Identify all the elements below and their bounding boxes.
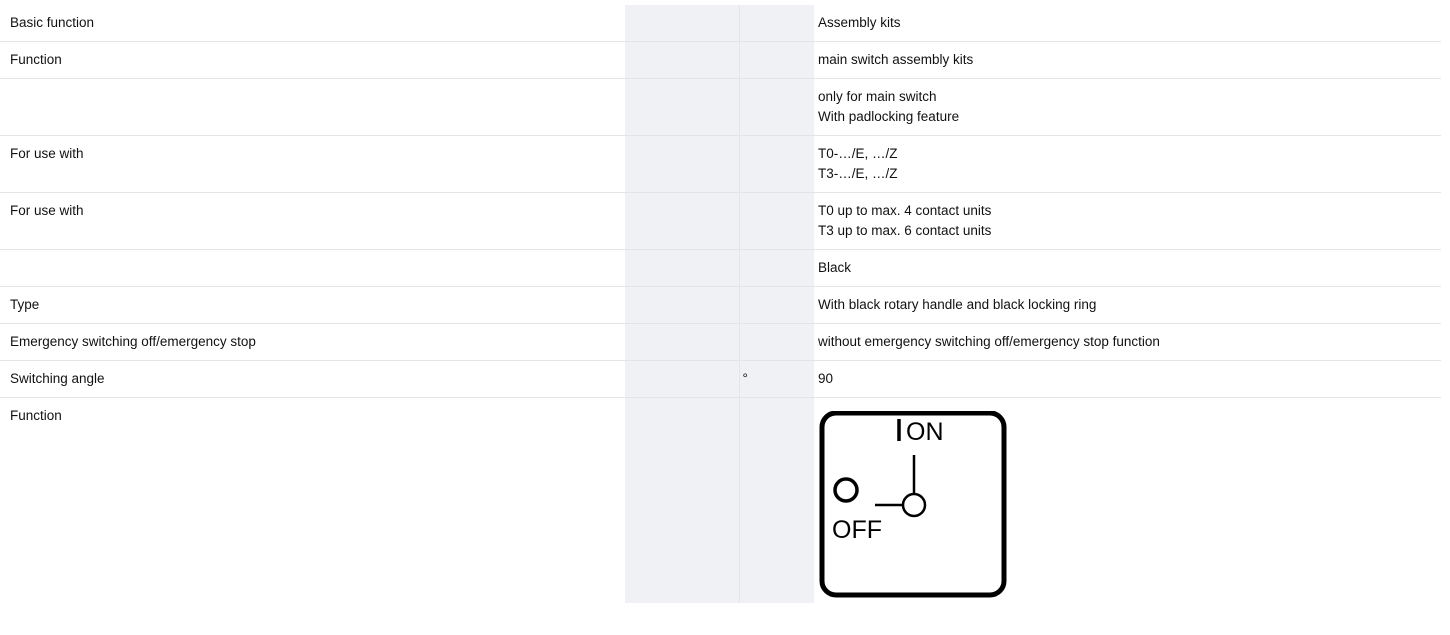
table-row: Switching angle ° 90 (0, 360, 1441, 398)
unit-cell (738, 41, 814, 79)
row-value-line: T3-…/E, …/Z (818, 166, 898, 181)
row-label-cell: Basic function (0, 5, 625, 42)
row-value-line: With padlocking feature (818, 109, 960, 124)
unit-cell (738, 135, 814, 193)
rotary-switch-off-on-icon: ON OFF (819, 411, 1007, 598)
unit-cell: ° (738, 360, 814, 398)
row-value: main switch assembly kits (818, 52, 974, 67)
unit-cell (738, 5, 814, 42)
row-unit: ° (742, 371, 748, 386)
table-row: Emergency switching off/emergency stop w… (0, 323, 1441, 361)
on-label: ON (906, 418, 944, 446)
spec-table: Basic function Assembly kits Function ma… (0, 5, 1441, 603)
table-row: Function ON OFF (0, 397, 1441, 603)
row-label: Basic function (10, 15, 95, 30)
unit-cell (738, 78, 814, 136)
row-value-cell: T0 up to max. 4 contact units T3 up to m… (814, 192, 1441, 250)
empty-cell (625, 323, 739, 361)
row-value: With black rotary handle and black locki… (818, 297, 1097, 312)
row-label-cell: Function (0, 41, 625, 79)
row-label: For use with (10, 203, 84, 218)
unit-cell (738, 249, 814, 287)
row-label-cell (0, 78, 625, 136)
row-label: Switching angle (10, 371, 105, 386)
empty-cell (625, 78, 739, 136)
row-label-cell: Type (0, 286, 625, 324)
empty-cell (625, 5, 739, 42)
row-value-cell: T0-…/E, …/Z T3-…/E, …/Z (814, 135, 1441, 193)
empty-cell (625, 192, 739, 250)
unit-cell (738, 192, 814, 250)
empty-cell (625, 397, 739, 603)
unit-cell (738, 323, 814, 361)
table-row: Black (0, 249, 1441, 287)
row-value-line: only for main switch (818, 89, 937, 104)
table-row: For use with T0 up to max. 4 contact uni… (0, 192, 1441, 250)
empty-cell (625, 249, 739, 287)
empty-cell (625, 286, 739, 324)
row-value-cell: With black rotary handle and black locki… (814, 286, 1441, 324)
row-value-line: T3 up to max. 6 contact units (818, 223, 992, 238)
table-row: Type With black rotary handle and black … (0, 286, 1441, 324)
empty-cell (625, 41, 739, 79)
row-label-cell: Function (0, 397, 625, 603)
row-value: Assembly kits (818, 15, 901, 30)
switch-symbol-wrap: ON OFF (818, 398, 1441, 603)
row-value-cell: Black (814, 249, 1441, 287)
row-label: Emergency switching off/emergency stop (10, 334, 256, 349)
row-label: Type (10, 297, 40, 312)
row-value-cell: without emergency switching off/emergenc… (814, 323, 1441, 361)
empty-cell (625, 135, 739, 193)
row-label: For use with (10, 146, 84, 161)
row-value-line: T0-…/E, …/Z (818, 146, 898, 161)
off-label: OFF (832, 516, 882, 544)
row-label-cell: For use with (0, 192, 625, 250)
empty-cell (625, 360, 739, 398)
switch-pivot-circle (901, 492, 927, 518)
row-label-cell: Switching angle (0, 360, 625, 398)
row-value-cell: only for main switch With padlocking fea… (814, 78, 1441, 136)
table-row: Basic function Assembly kits (0, 5, 1441, 42)
row-value-cell: ON OFF (814, 397, 1441, 603)
row-value: 90 (818, 371, 834, 386)
row-label-cell: Emergency switching off/emergency stop (0, 323, 625, 361)
table-row: Function main switch assembly kits (0, 41, 1441, 79)
row-value-line: T0 up to max. 4 contact units (818, 203, 992, 218)
row-value-cell: 90 (814, 360, 1441, 398)
row-label: Function (10, 52, 62, 67)
table-row: For use with T0-…/E, …/Z T3-…/E, …/Z (0, 135, 1441, 193)
row-label: Function (10, 408, 62, 423)
row-value-cell: main switch assembly kits (814, 41, 1441, 79)
row-label-cell: For use with (0, 135, 625, 193)
row-value: without emergency switching off/emergenc… (818, 334, 1160, 349)
unit-cell (738, 286, 814, 324)
table-row: only for main switch With padlocking fea… (0, 78, 1441, 136)
row-value-cell: Assembly kits (814, 5, 1441, 42)
row-value: Black (818, 260, 852, 275)
unit-cell (738, 397, 814, 603)
row-label-cell (0, 249, 625, 287)
off-position-mark (833, 477, 859, 503)
